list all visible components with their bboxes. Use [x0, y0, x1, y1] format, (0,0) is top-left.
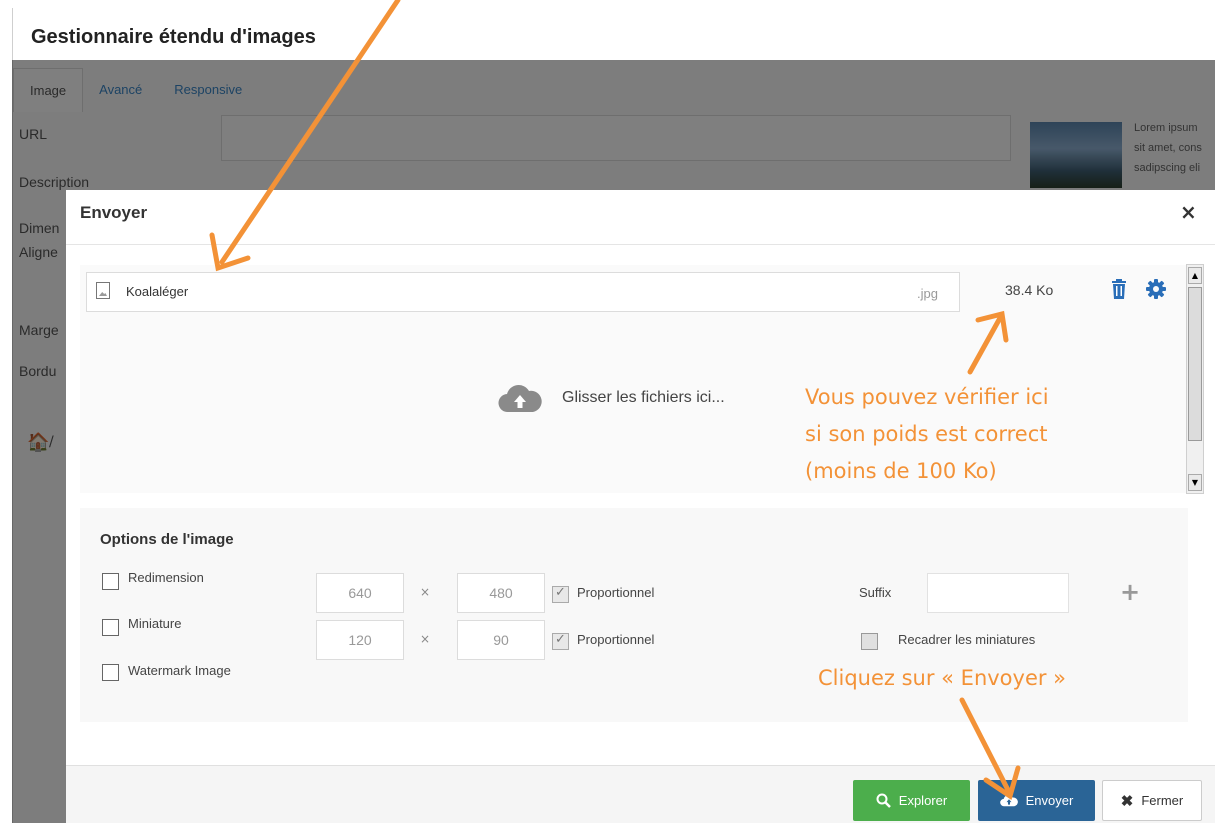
close-x-icon: ✖: [1120, 792, 1134, 810]
image-file-icon: [96, 282, 110, 299]
file-extension: .jpg: [917, 286, 938, 301]
weight-annotation-line: (moins de 100 Ko): [805, 459, 997, 483]
resize-proportional-checkbox[interactable]: [552, 585, 569, 603]
close-button[interactable]: ✖ Fermer: [1102, 780, 1202, 821]
explorer-button[interactable]: Explorer: [853, 780, 970, 821]
thumbnail-proportional-label: Proportionnel: [577, 632, 655, 647]
thumbnail-checkbox[interactable]: [102, 619, 119, 636]
crop-thumbnails-label: Recadrer les miniatures: [898, 632, 1036, 647]
weight-annotation-line: si son poids est correct: [805, 422, 1048, 446]
cloud-upload-icon: [999, 795, 1018, 807]
scroll-up-icon[interactable]: ▲: [1188, 267, 1202, 284]
scroll-down-icon[interactable]: ▼: [1188, 474, 1202, 491]
click-annotation: Cliquez sur « Envoyer »: [818, 666, 1067, 690]
trash-icon[interactable]: [1110, 279, 1128, 299]
file-size: 38.4 Ko: [1005, 282, 1054, 298]
upload-button[interactable]: Envoyer: [978, 780, 1095, 821]
upload-button-label: Envoyer: [1025, 793, 1074, 808]
thumbnail-width-input[interactable]: 120: [316, 620, 404, 660]
dialog-header: Envoyer ×: [66, 190, 1215, 245]
close-button-label: Fermer: [1141, 793, 1184, 808]
weight-annotation: Vous pouvez vérifier ici si son poids es…: [805, 379, 1049, 490]
thumbnail-label: Miniature: [128, 616, 182, 631]
times-sign: ×: [420, 632, 431, 646]
times-sign: ×: [420, 585, 431, 599]
cloud-upload-icon: [498, 385, 542, 413]
weight-annotation-line: Vous pouvez vérifier ici: [805, 385, 1049, 409]
resize-checkbox[interactable]: [102, 573, 119, 590]
file-row[interactable]: Koalaléger .jpg: [86, 272, 960, 312]
resize-proportional-label: Proportionnel: [577, 585, 655, 600]
resize-width-input[interactable]: 640: [316, 573, 404, 613]
search-icon: [876, 793, 891, 808]
file-name[interactable]: Koalaléger: [126, 284, 188, 299]
suffix-label: Suffix: [859, 585, 892, 600]
dropzone-text: Glisser les fichiers ici...: [562, 389, 725, 406]
suffix-input[interactable]: [927, 573, 1069, 613]
crop-thumbnails-checkbox[interactable]: [861, 633, 878, 650]
add-icon[interactable]: +: [1120, 578, 1140, 606]
scrollbar[interactable]: ▲ ▼: [1186, 264, 1204, 494]
thumbnail-proportional-checkbox[interactable]: [552, 632, 569, 650]
close-icon[interactable]: ×: [1180, 200, 1197, 224]
scrollbar-thumb[interactable]: [1188, 287, 1202, 441]
options-title: Options de l'image: [100, 531, 234, 548]
resize-height-input[interactable]: 480: [457, 573, 545, 613]
watermark-checkbox[interactable]: [102, 664, 119, 681]
watermark-label: Watermark Image: [128, 663, 231, 678]
thumbnail-height-input[interactable]: 90: [457, 620, 545, 660]
explorer-button-label: Explorer: [898, 793, 948, 808]
dialog-title: Envoyer: [80, 203, 148, 222]
gear-icon[interactable]: [1146, 279, 1166, 299]
upload-dialog: Envoyer × Koalaléger .jpg 38.4 Ko Glisse…: [66, 190, 1215, 823]
dialog-footer: Explorer Envoyer ✖ Fermer: [66, 765, 1215, 823]
resize-label: Redimension: [128, 570, 204, 585]
window-title: Gestionnaire étendu d'images: [31, 26, 316, 48]
